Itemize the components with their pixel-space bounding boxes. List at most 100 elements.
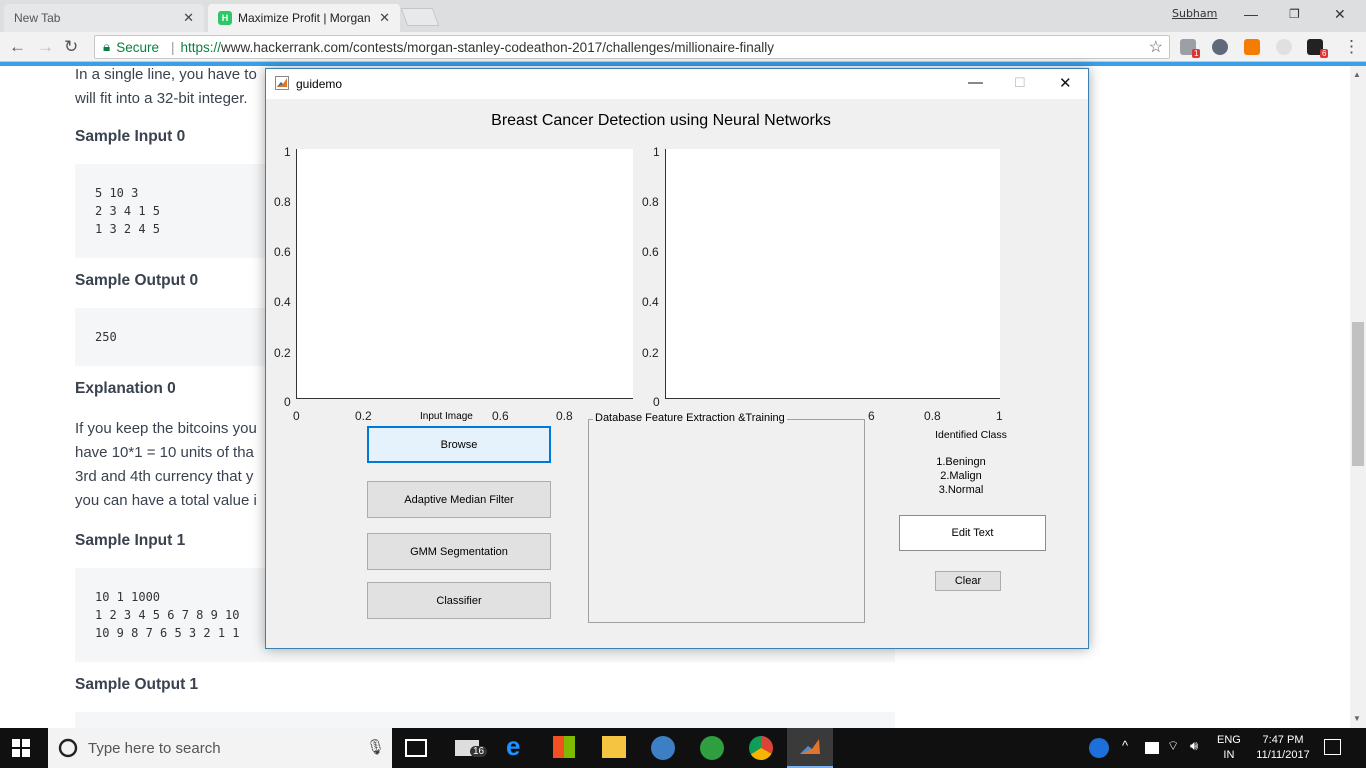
browser-toolbar: ← → ↻ 🔒︎ Secure | https:// www.hackerran… <box>0 32 1366 62</box>
class-item: 1.Beningn <box>936 456 986 468</box>
windows-start-icon[interactable] <box>12 739 30 757</box>
browser-tab-strip: New Tab ✕ H Maximize Profit | Morgan ✕ S… <box>0 0 1366 32</box>
class-list: 1.Beningn 2.Malign 3.Normal <box>906 455 1016 497</box>
y-tick-label: 1 <box>284 145 291 159</box>
sample-output-heading: Sample Output 1 <box>75 676 199 693</box>
chevron-up-icon[interactable]: ^ <box>1122 738 1128 753</box>
language-indicator[interactable]: ENG IN <box>1217 733 1241 763</box>
y-tick-label: 0.6 <box>274 245 291 259</box>
minimize-icon[interactable]: — <box>968 74 983 91</box>
sample-input-heading: Sample Input 1 <box>75 532 186 549</box>
problem-text: will fit into a 32-bit integer. <box>75 90 248 107</box>
matlab-icon <box>275 76 289 90</box>
cortana-icon <box>58 738 78 758</box>
sample-output-heading: Sample Output 0 <box>75 272 199 289</box>
x-tick-label: 6 <box>868 409 875 423</box>
new-tab-button[interactable] <box>400 8 440 26</box>
extension-icon[interactable] <box>1212 39 1228 55</box>
edge-icon[interactable]: e <box>506 731 520 762</box>
x-tick-label: 0.8 <box>556 409 573 423</box>
bookmark-star-icon[interactable]: ☆ <box>1149 37 1163 57</box>
task-view-icon[interactable] <box>405 739 427 757</box>
tab-maximize-profit[interactable]: H Maximize Profit | Morgan ✕ <box>208 4 400 32</box>
battery-icon[interactable] <box>1145 742 1159 754</box>
matlab-taskbar-button[interactable] <box>787 728 833 768</box>
app-heading: Breast Cancer Detection using Neural Net… <box>491 112 831 129</box>
clear-button[interactable]: Clear <box>935 571 1001 591</box>
class-item: 2.Malign <box>940 470 982 482</box>
extension-badge: 1 <box>1192 49 1201 58</box>
guidemo-titlebar: guidemo — ☐ ✕ <box>266 69 1088 99</box>
y-tick-label: 0 <box>284 395 291 409</box>
result-edit-text[interactable]: Edit Text <box>899 515 1046 551</box>
reload-icon[interactable]: ↻ <box>64 37 78 57</box>
x-tick-label: 1 <box>996 409 1003 423</box>
minimize-icon[interactable]: — <box>1244 6 1258 22</box>
microphone-icon[interactable]: 🎙︎ <box>366 738 385 756</box>
explanation-heading: Explanation 0 <box>75 380 176 397</box>
chrome-menu-icon[interactable]: ⋮ <box>1343 37 1360 57</box>
chrome-icon[interactable] <box>749 736 773 760</box>
classifier-button[interactable]: Classifier <box>367 582 551 619</box>
tab-close-icon[interactable]: ✕ <box>183 10 194 26</box>
scroll-thumb[interactable] <box>1352 322 1364 466</box>
taskbar-search-box[interactable]: Type here to search 🎙︎ <box>48 728 392 768</box>
y-tick-label: 0.8 <box>642 195 659 209</box>
mail-badge: 16 <box>470 746 488 757</box>
tab-close-icon[interactable]: ✕ <box>379 10 390 26</box>
close-icon[interactable]: ✕ <box>1059 74 1072 92</box>
explanation-text: 3rd and 4th currency that y <box>75 468 254 485</box>
wifi-icon[interactable]: ⌔ <box>1167 738 1179 754</box>
class-item: 3.Normal <box>938 484 984 496</box>
maximize-icon[interactable]: ☐ <box>1014 75 1026 91</box>
notification-center-icon[interactable] <box>1324 739 1341 755</box>
taskbar-clock[interactable]: 7:47 PM 11/11/2017 <box>1250 733 1316 763</box>
y-tick-label: 0.4 <box>642 295 659 309</box>
y-tick-label: 0.2 <box>274 346 291 360</box>
matlab-icon <box>800 739 820 754</box>
explanation-text: you can have a total value i <box>75 492 257 509</box>
browse-button[interactable]: Browse <box>367 426 551 463</box>
gmm-segmentation-button[interactable]: GMM Segmentation <box>367 533 551 570</box>
y-tick-label: 0.2 <box>642 346 659 360</box>
output-axes <box>665 149 1000 399</box>
hackerrank-favicon-icon: H <box>218 11 232 25</box>
store-icon[interactable] <box>553 736 575 758</box>
panel-title: Database Feature Extraction &Training <box>593 412 787 424</box>
y-tick-label: 1 <box>653 145 660 159</box>
back-icon[interactable]: ← <box>9 37 26 57</box>
url-protocol: https:// <box>180 39 222 55</box>
profile-name[interactable]: Subham <box>1172 7 1217 20</box>
eye-extension-icon[interactable] <box>1276 39 1292 55</box>
lock-icon: 🔒︎ <box>103 39 111 54</box>
help-icon[interactable] <box>1089 738 1109 758</box>
page-scrollbar[interactable]: ▲ ▼ <box>1350 66 1366 728</box>
y-tick-label: 0.4 <box>274 295 291 309</box>
close-window-icon[interactable]: ✕ <box>1334 6 1346 23</box>
input-image-axes <box>296 149 633 399</box>
x-tick-label: 0.6 <box>492 409 509 423</box>
file-explorer-icon[interactable] <box>602 736 626 758</box>
extension-badge: 6 <box>1320 49 1329 58</box>
restore-icon[interactable]: ❐ <box>1289 7 1300 21</box>
y-tick-label: 0.8 <box>274 195 291 209</box>
qbittorrent-icon[interactable] <box>651 736 675 760</box>
volume-icon[interactable]: 🔊︎ <box>1190 738 1198 754</box>
forward-icon[interactable]: → <box>37 37 54 57</box>
tab-new-tab[interactable]: New Tab ✕ <box>4 4 204 32</box>
divider: | <box>170 39 175 55</box>
clock-date: 11/11/2017 <box>1256 749 1310 761</box>
extension-icon[interactable] <box>1244 39 1260 55</box>
scroll-up-icon[interactable]: ▲ <box>1353 70 1361 79</box>
explanation-text: have 10*1 = 10 units of tha <box>75 444 254 461</box>
url-text: www.hackerrank.com/contests/morgan-stanl… <box>221 39 775 55</box>
secure-label: Secure <box>116 39 159 55</box>
globe-app-icon[interactable] <box>700 736 724 760</box>
y-tick-label: 0 <box>653 395 660 409</box>
adaptive-median-filter-button[interactable]: Adaptive Median Filter <box>367 481 551 518</box>
scroll-down-icon[interactable]: ▼ <box>1353 714 1361 723</box>
x-tick-label: 0.8 <box>924 409 941 423</box>
clock-time: 7:47 PM <box>1262 734 1304 746</box>
search-placeholder: Type here to search <box>88 739 221 757</box>
address-bar[interactable]: 🔒︎ Secure | https:// www.hackerrank.com/… <box>94 35 1170 59</box>
